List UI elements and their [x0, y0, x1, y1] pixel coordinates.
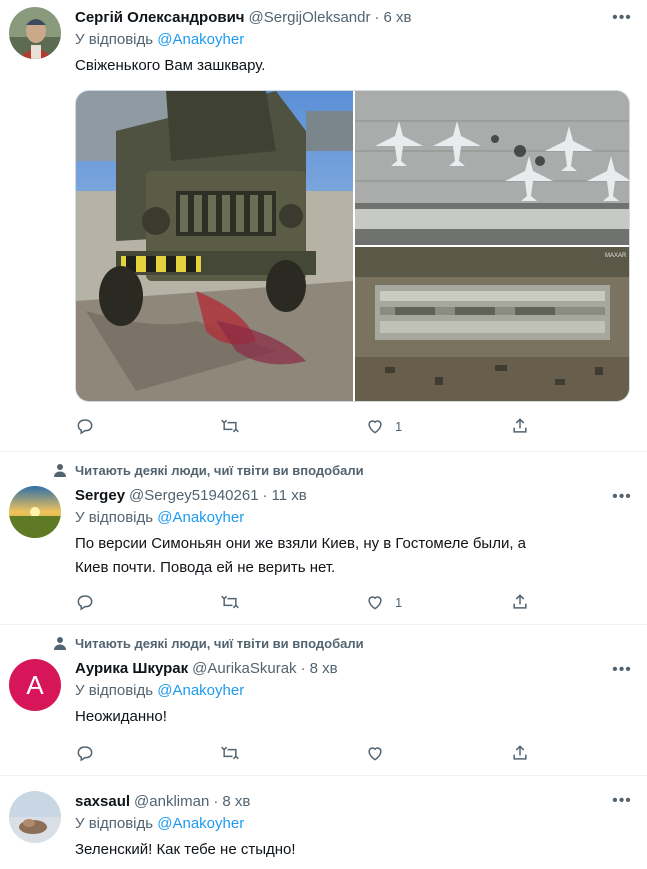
- reply-context: У відповідь @Anakoyher: [75, 28, 631, 52]
- tweet-text-line: Киев почти. Повода ей не верить нет.: [75, 559, 336, 576]
- person-icon: [45, 463, 75, 477]
- retweet-icon: [221, 746, 239, 760]
- separator-dot: ·: [374, 8, 380, 26]
- timestamp[interactable]: 11 хв: [272, 487, 307, 504]
- tweet-header: Сергій Олександрович @SergijOleksandr · …: [75, 6, 631, 28]
- tweet-4[interactable]: saxsaul @ankliman · 8 хв ••• У відповідь…: [0, 776, 647, 869]
- share-icon: [513, 745, 527, 760]
- tweet-2[interactable]: Читають деякі люди, чиї твіти ви вподоба…: [0, 452, 647, 625]
- reply-context: У відповідь @Anakoyher: [75, 506, 631, 530]
- social-context: Читають деякі люди, чиї твіти ви вподоба…: [45, 460, 631, 480]
- tweet-header: Sergey @Sergey51940261 · 11 хв: [75, 484, 631, 506]
- reply-button[interactable]: [75, 416, 220, 436]
- separator-dot: ·: [300, 659, 306, 677]
- reply-button[interactable]: [75, 743, 220, 763]
- share-icon: [513, 418, 527, 433]
- tweet-header: saxsaul @ankliman · 8 хв: [75, 790, 631, 812]
- avatar-letter: A: [26, 669, 44, 700]
- reply-context: У відповідь @Anakoyher: [75, 679, 631, 703]
- tweet-text-line: По версии Симоньян они же взяли Киев, ну…: [75, 535, 527, 552]
- more-icon[interactable]: •••: [611, 487, 633, 507]
- reply-icon: [77, 595, 93, 611]
- media-image-truck[interactable]: [76, 91, 353, 401]
- more-icon[interactable]: •••: [611, 8, 633, 28]
- avatar[interactable]: [9, 791, 61, 843]
- reply-prefix: У відповідь: [75, 682, 154, 699]
- like-count: 1: [395, 418, 403, 434]
- reply-mention-link[interactable]: @Anakoyher: [157, 682, 244, 699]
- tweet-actions: [75, 739, 631, 767]
- share-button[interactable]: [510, 416, 530, 436]
- tweet-header: Аурика Шкурак @AurikaSkurak · 8 хв: [75, 657, 631, 679]
- person-icon: [45, 636, 75, 650]
- like-icon: [368, 747, 382, 761]
- author-handle[interactable]: @ankliman: [134, 793, 209, 810]
- separator-dot: ·: [262, 486, 268, 504]
- reply-mention-link[interactable]: @Anakoyher: [157, 31, 244, 48]
- tweet-text: Зеленский! Как тебе не стыдно!: [75, 841, 296, 858]
- media-image-satellite-runway[interactable]: MAXAR: [355, 247, 629, 401]
- tweet-text: Неожиданно!: [75, 708, 167, 725]
- timeline-feed: Сергій Олександрович @SergijOleksandr · …: [0, 0, 647, 869]
- author-name[interactable]: Аурика Шкурак: [75, 660, 188, 677]
- avatar[interactable]: [9, 486, 61, 538]
- timestamp[interactable]: 8 хв: [222, 793, 250, 810]
- reply-button[interactable]: [75, 592, 220, 612]
- author-handle[interactable]: @Sergey51940261: [129, 487, 259, 504]
- like-button[interactable]: [365, 743, 510, 763]
- reply-prefix: У відповідь: [75, 509, 154, 526]
- reply-mention-link[interactable]: @Anakoyher: [157, 509, 244, 526]
- like-count: 1: [395, 594, 403, 610]
- separator-dot: ·: [213, 792, 219, 810]
- author-name[interactable]: saxsaul: [75, 793, 130, 810]
- social-context: Читають деякі люди, чиї твіти ви вподоба…: [45, 633, 631, 653]
- reply-icon: [77, 419, 93, 435]
- tweet-media[interactable]: MAXAR: [75, 90, 630, 402]
- retweet-button[interactable]: [220, 743, 365, 763]
- like-icon: [368, 596, 382, 610]
- like-icon: [368, 420, 382, 434]
- tweet-actions: 1: [75, 412, 631, 440]
- avatar[interactable]: A: [9, 659, 61, 711]
- more-icon[interactable]: •••: [611, 660, 633, 680]
- reply-prefix: У відповідь: [75, 31, 154, 48]
- like-button[interactable]: 1: [365, 592, 510, 612]
- retweet-button[interactable]: [220, 416, 365, 436]
- media-image-airfield-planes[interactable]: [355, 91, 629, 245]
- reply-context: У відповідь @Anakoyher: [75, 812, 631, 836]
- tweet-1[interactable]: Сергій Олександрович @SergijOleksandr · …: [0, 0, 647, 452]
- more-icon[interactable]: •••: [611, 791, 633, 811]
- tweet-text: Свіженького Вам зашквару.: [75, 57, 266, 74]
- retweet-button[interactable]: [220, 592, 365, 612]
- tweet-3[interactable]: Читають деякі люди, чиї твіти ви вподоба…: [0, 625, 647, 776]
- share-icon: [513, 594, 527, 609]
- reply-mention-link[interactable]: @Anakoyher: [157, 815, 244, 832]
- retweet-icon: [221, 595, 239, 609]
- share-button[interactable]: [510, 743, 530, 763]
- timestamp[interactable]: 6 хв: [383, 9, 411, 26]
- social-context-text: Читають деякі люди, чиї твіти ви вподоба…: [75, 462, 364, 478]
- avatar[interactable]: [9, 7, 61, 59]
- maxar-watermark: MAXAR: [605, 253, 627, 259]
- author-handle[interactable]: @AurikaSkurak: [192, 660, 296, 677]
- social-context-text: Читають деякі люди, чиї твіти ви вподоба…: [75, 635, 364, 651]
- reply-prefix: У відповідь: [75, 815, 154, 832]
- reply-icon: [77, 746, 93, 762]
- author-handle[interactable]: @SergijOleksandr: [249, 9, 371, 26]
- author-name[interactable]: Sergey: [75, 487, 125, 504]
- author-name[interactable]: Сергій Олександрович: [75, 9, 245, 26]
- share-button[interactable]: [510, 592, 530, 612]
- retweet-icon: [221, 419, 239, 433]
- tweet-text: По версии Симоньян они же взяли Киев, ну…: [75, 532, 631, 580]
- timestamp[interactable]: 8 хв: [310, 660, 338, 677]
- tweet-actions: 1: [75, 588, 631, 616]
- like-button[interactable]: 1: [365, 416, 510, 436]
